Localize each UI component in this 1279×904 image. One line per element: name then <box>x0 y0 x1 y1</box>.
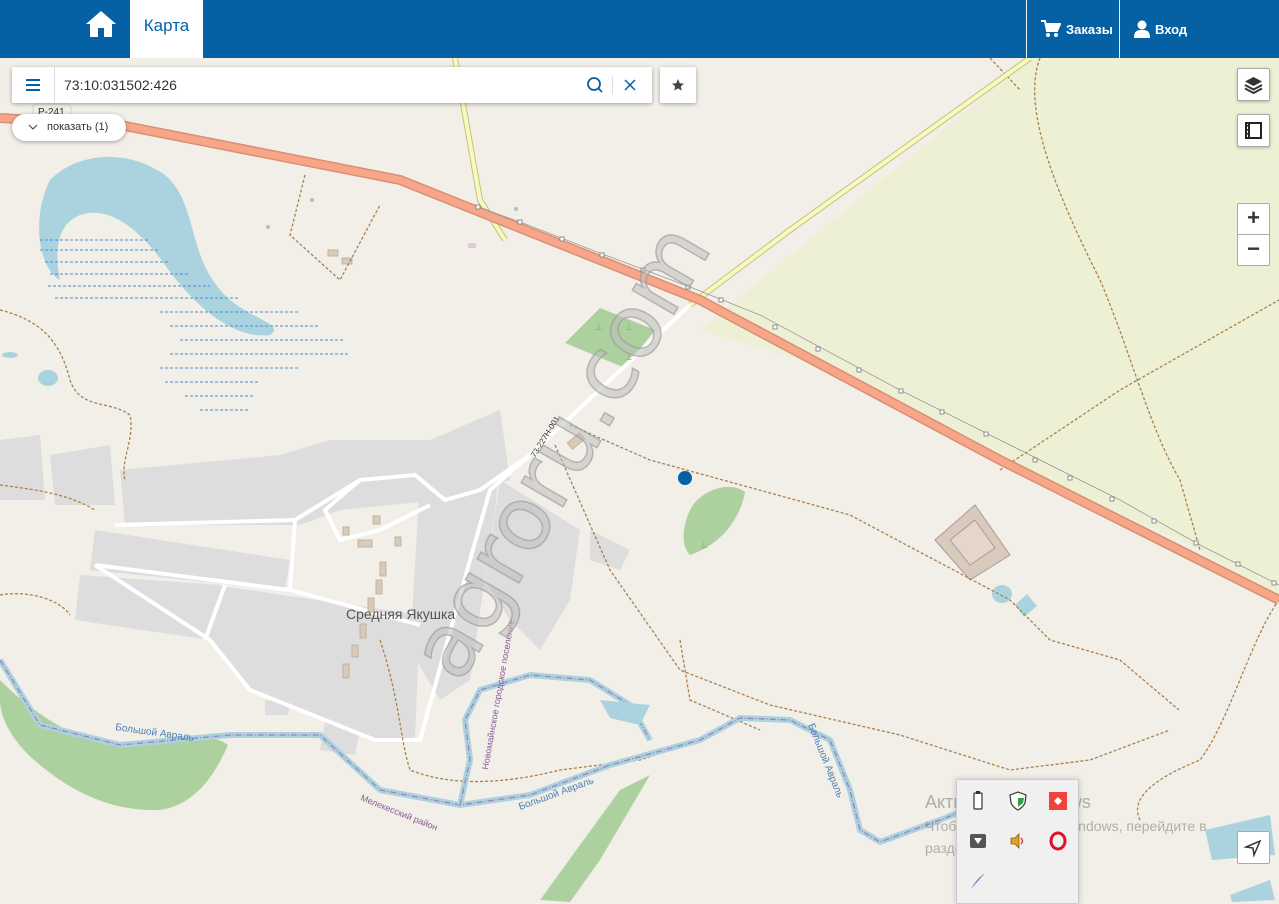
zoom-out-button[interactable]: − <box>1237 234 1270 266</box>
film-icon <box>1245 122 1262 139</box>
layers-button[interactable] <box>1237 68 1270 101</box>
hamburger-icon <box>26 79 40 91</box>
favorites-button[interactable] <box>660 67 696 103</box>
opera-icon[interactable] <box>1047 830 1069 852</box>
tab-map[interactable]: Карта <box>130 0 203 58</box>
zoom-in-button[interactable]: + <box>1237 203 1270 235</box>
shield-icon[interactable] <box>1007 790 1029 812</box>
speaker-icon[interactable] <box>1007 830 1029 852</box>
home-icon[interactable] <box>84 9 118 43</box>
user-icon <box>1134 20 1150 38</box>
chevron-down-icon <box>28 124 38 130</box>
login-button[interactable]: Вход <box>1119 0 1279 58</box>
feather-icon[interactable] <box>967 870 989 892</box>
login-label: Вход <box>1155 21 1188 37</box>
show-results-toggle[interactable]: показать (1) <box>12 114 126 141</box>
top-bar: Карта Заказы Вход <box>0 0 1279 58</box>
basemap-button[interactable] <box>1237 114 1270 147</box>
orders-button[interactable]: Заказы <box>1026 0 1119 58</box>
search-input[interactable] <box>64 74 564 96</box>
menu-button[interactable] <box>12 67 55 103</box>
search-bar <box>12 67 652 103</box>
search-separator <box>612 76 613 94</box>
cart-icon <box>1041 20 1061 37</box>
orders-label: Заказы <box>1066 21 1113 37</box>
anydesk-icon[interactable] <box>1047 790 1069 812</box>
watermark: agroru.com <box>388 205 732 696</box>
layers-icon <box>1244 77 1263 95</box>
close-icon[interactable] <box>622 77 638 93</box>
star-icon <box>672 79 684 91</box>
system-tray-popup <box>956 779 1079 904</box>
show-results-label: показать (1) <box>47 121 109 133</box>
navigation-arrow-icon <box>1243 839 1262 858</box>
svg-text:agroru.com: agroru.com <box>389 206 731 695</box>
usb-icon[interactable] <box>967 790 989 812</box>
locate-button[interactable] <box>1237 831 1270 864</box>
search-icon[interactable] <box>586 76 604 94</box>
network-icon[interactable] <box>967 830 989 852</box>
